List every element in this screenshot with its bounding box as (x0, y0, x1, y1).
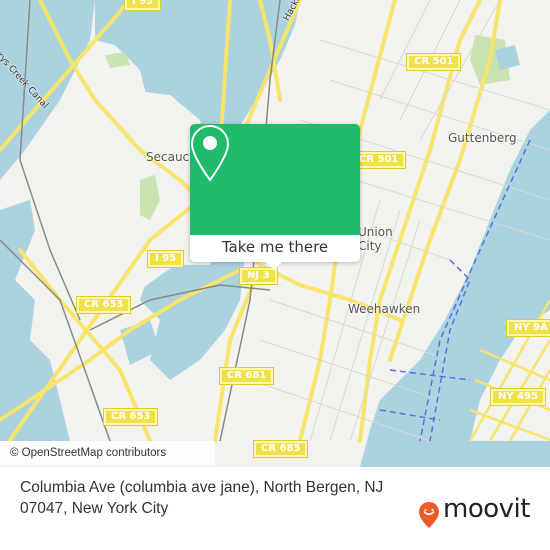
road-label-cr501-mid: CR 501 (350, 151, 407, 169)
footer: Columbia Ave (columbia ave jane), North … (0, 467, 550, 550)
location-pin-icon (190, 124, 230, 182)
road-label-i95-top: I 95 (123, 0, 162, 11)
destination-popup: Take me there (190, 124, 360, 270)
road-label-i95-mid: I 95 (146, 250, 185, 268)
road-label-cr685: CR 685 (252, 440, 309, 458)
map-canvas[interactable]: I 95 CR 501 CR 501 I 95 NJ 3 CR 653 CR 6… (0, 0, 550, 467)
popup-header (190, 124, 360, 235)
road-label-cr681: CR 681 (218, 367, 275, 385)
address-text: Columbia Ave (columbia ave jane), North … (20, 479, 384, 517)
place-label-weehawken: Weehawken (348, 302, 421, 316)
moovit-pin-icon (419, 502, 439, 528)
road-label-cr653-lower: CR 653 (102, 408, 159, 426)
road-label-cr501-top: CR 501 (405, 53, 462, 71)
place-label-guttenberg: Guttenberg (448, 131, 517, 145)
road-label-nj3: NJ 3 (239, 267, 278, 285)
moovit-wordmark: moovit (443, 494, 530, 524)
road-label-cr653-upper: CR 653 (75, 296, 132, 314)
popup-pointer (266, 262, 282, 270)
map-attribution[interactable]: © OpenStreetMap contributors (0, 441, 215, 465)
take-me-there-button[interactable]: Take me there (190, 235, 360, 262)
road-label-ny9a: NY 9A (506, 319, 550, 337)
road-label-ny495: NY 495 (490, 388, 546, 406)
place-label-union-city: Union City (358, 225, 393, 253)
